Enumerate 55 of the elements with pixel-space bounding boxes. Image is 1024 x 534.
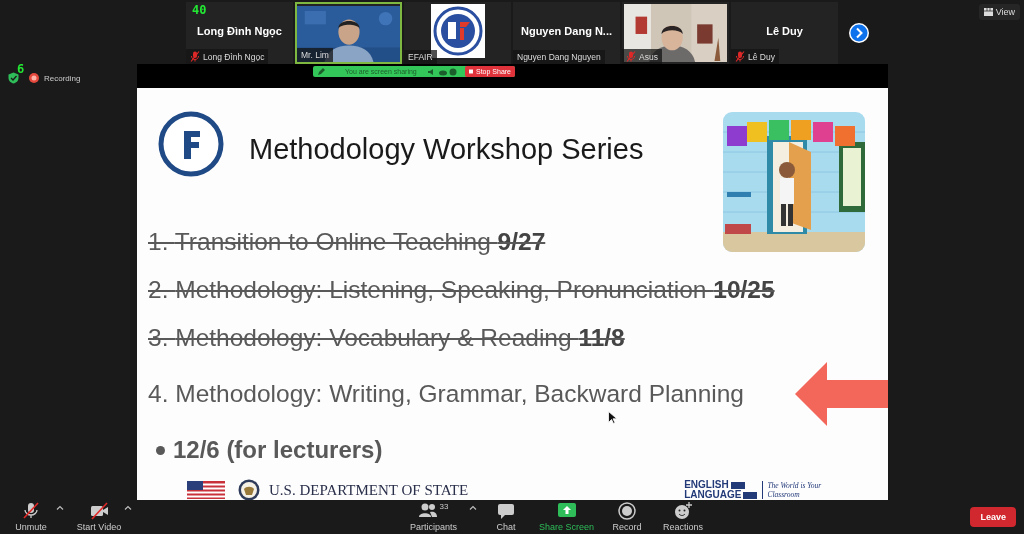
chat-icon [497,502,516,520]
participant-label: EFAIR [408,52,433,62]
recording-label: Recording [44,73,81,83]
people-icon [418,502,437,520]
record-icon [618,502,637,520]
list-item: 1. Transition to Online Teaching 9/27 [148,227,547,257]
video-button[interactable]: Start Video [76,502,122,532]
participant-label: Long Đình Ngọc [203,51,265,62]
participants-button[interactable]: 33 Participants [410,502,458,532]
list-item: 3. Methodology: Vocabulary & Reading 11/8 [148,323,626,353]
school-logo-icon [430,4,485,58]
participant-name: Lê Duy [766,25,803,37]
recording-dot-icon [29,73,39,83]
microphone-icon [22,502,40,520]
mouse-pointer-icon [608,411,617,424]
f-logo-icon [158,111,224,177]
next-page-button[interactable] [848,22,870,44]
reactions-button[interactable]: Reactions [660,502,707,532]
caret-icon[interactable] [469,505,478,510]
share-button[interactable]: Share Screen [539,502,595,532]
participant-label: Nguyen Dang Nguyen [517,52,601,62]
program-name: ENGLISH [684,480,729,490]
leave-button[interactable]: Leave [970,507,1016,527]
smiley-icon [674,502,693,520]
slide-title: Methodology Workshop Series [249,132,644,166]
chat-button[interactable]: Chat [483,502,530,532]
bullet-text: 12/6 (for lecturers) [173,436,383,464]
stop-icon [469,69,473,74]
counter-text: 6 [17,62,25,76]
counter-text: 40 [192,3,207,17]
participant-label: Mr. Lim [301,50,329,60]
caret-icon[interactable] [56,505,64,510]
share-screen-icon [557,502,576,520]
caret-icon[interactable] [124,505,132,510]
agency-name: U.S. DEPARTMENT OF STATE [269,481,469,499]
pencil-icon[interactable] [317,67,325,76]
shield-icon[interactable] [8,72,19,84]
bullet-icon [156,445,165,455]
view-button[interactable]: View [978,4,1020,20]
mic-button[interactable]: Unmute [8,502,54,532]
list-item: 2. Methodology: Listening, Speaking, Pronunciation 10/25 [148,275,776,305]
participant-name: Nguyen Dang N... [520,25,613,37]
participant-count: 33 [439,502,449,511]
record-button[interactable]: Record [604,502,651,532]
logo-bar [743,491,758,499]
logo-bar [730,481,745,489]
list-item: 4. Methodology: Writing, Grammar, Backward Planning [148,379,744,409]
program-name: LANGUAGE [684,490,742,500]
sharing-controls-icon[interactable] [426,67,457,76]
participant-name: Long Đình Ngọc [197,25,282,37]
participant-label: Lê Duy [748,51,775,62]
participant-label: Asus [639,51,658,62]
grid-icon [983,8,993,16]
seal-icon [238,479,260,500]
camera-icon [90,502,108,520]
